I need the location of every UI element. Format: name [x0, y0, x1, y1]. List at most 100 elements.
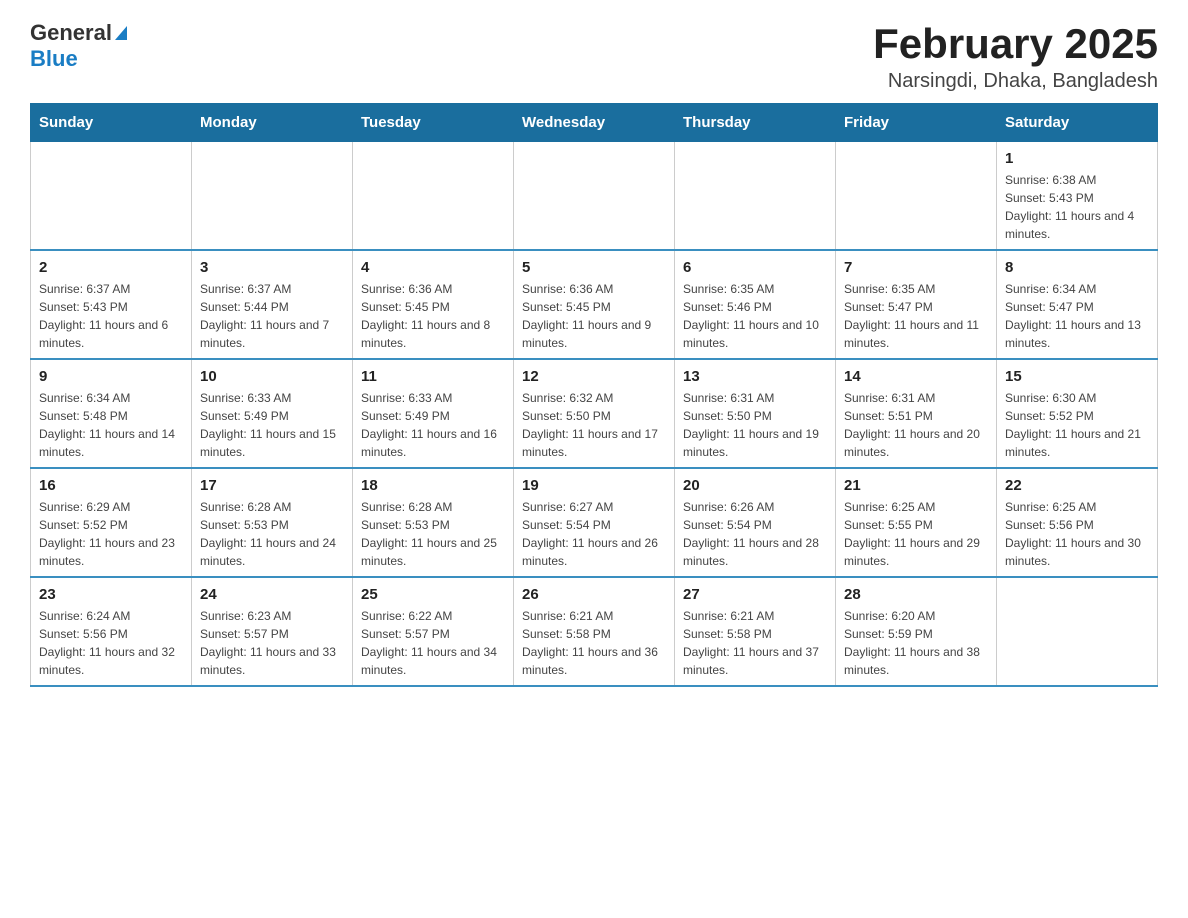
calendar-cell: 12 Sunrise: 6:32 AM Sunset: 5:50 PM Dayli…: [514, 359, 675, 468]
calendar-cell: 28 Sunrise: 6:20 AM Sunset: 5:59 PM Dayli…: [836, 577, 997, 686]
day-info: Sunrise: 6:34 AM Sunset: 5:48 PM Dayligh…: [39, 389, 183, 461]
day-info: Sunrise: 6:24 AM Sunset: 5:56 PM Dayligh…: [39, 607, 183, 679]
day-info: Sunrise: 6:26 AM Sunset: 5:54 PM Dayligh…: [683, 498, 827, 570]
day-info: Sunrise: 6:21 AM Sunset: 5:58 PM Dayligh…: [522, 607, 666, 679]
calendar-cell: 14Sunrise: 6:31 AM Sunset: 5:51 PM Dayli…: [836, 359, 997, 468]
day-number: 7: [844, 259, 988, 276]
day-number: 22: [1005, 477, 1149, 494]
day-number: 21: [844, 477, 988, 494]
calendar-cell: 18 Sunrise: 6:28 AM Sunset: 5:53 PM Dayli…: [353, 468, 514, 577]
day-info: Sunrise: 6:36 AM Sunset: 5:45 PM Dayligh…: [361, 280, 505, 352]
day-info: Sunrise: 6:27 AM Sunset: 5:54 PM Dayligh…: [522, 498, 666, 570]
calendar-cell: 5 Sunrise: 6:36 AM Sunset: 5:45 PM Daylig…: [514, 250, 675, 359]
day-info: Sunrise: 6:25 AM Sunset: 5:55 PM Dayligh…: [844, 498, 988, 570]
calendar-cell: [514, 142, 675, 251]
calendar-cell: 11 Sunrise: 6:33 AM Sunset: 5:49 PM Dayli…: [353, 359, 514, 468]
day-number: 27: [683, 586, 827, 603]
title-section: February 2025 Narsingdi, Dhaka, Banglade…: [873, 20, 1158, 93]
day-info: Sunrise: 6:33 AM Sunset: 5:49 PM Dayligh…: [361, 389, 505, 461]
calendar-cell: 1 Sunrise: 6:38 AM Sunset: 5:43 PM Daylig…: [997, 142, 1158, 251]
day-number: 2: [39, 259, 183, 276]
month-title: February 2025: [873, 20, 1158, 68]
day-number: 19: [522, 477, 666, 494]
day-header-friday: Friday: [836, 104, 997, 142]
day-info: Sunrise: 6:28 AM Sunset: 5:53 PM Dayligh…: [361, 498, 505, 570]
day-info: Sunrise: 6:31 AM Sunset: 5:50 PM Dayligh…: [683, 389, 827, 461]
day-info: Sunrise: 6:38 AM Sunset: 5:43 PM Dayligh…: [1005, 171, 1149, 243]
day-info: Sunrise: 6:34 AM Sunset: 5:47 PM Dayligh…: [1005, 280, 1149, 352]
day-header-monday: Monday: [192, 104, 353, 142]
location-title: Narsingdi, Dhaka, Bangladesh: [873, 70, 1158, 93]
day-number: 3: [200, 259, 344, 276]
day-number: 23: [39, 586, 183, 603]
calendar-week-5: 23 Sunrise: 6:24 AM Sunset: 5:56 PM Dayli…: [31, 577, 1158, 686]
day-header-thursday: Thursday: [675, 104, 836, 142]
day-number: 11: [361, 368, 505, 385]
day-info: Sunrise: 6:32 AM Sunset: 5:50 PM Dayligh…: [522, 389, 666, 461]
day-info: Sunrise: 6:31 AM Sunset: 5:51 PM Dayligh…: [844, 389, 988, 461]
day-number: 10: [200, 368, 344, 385]
calendar-cell: 17 Sunrise: 6:28 AM Sunset: 5:53 PM Dayli…: [192, 468, 353, 577]
calendar-cell: 13 Sunrise: 6:31 AM Sunset: 5:50 PM Dayli…: [675, 359, 836, 468]
day-number: 8: [1005, 259, 1149, 276]
day-info: Sunrise: 6:22 AM Sunset: 5:57 PM Dayligh…: [361, 607, 505, 679]
day-info: Sunrise: 6:37 AM Sunset: 5:43 PM Dayligh…: [39, 280, 183, 352]
calendar-cell: [836, 142, 997, 251]
day-number: 16: [39, 477, 183, 494]
day-info: Sunrise: 6:37 AM Sunset: 5:44 PM Dayligh…: [200, 280, 344, 352]
day-number: 25: [361, 586, 505, 603]
calendar-cell: 10 Sunrise: 6:33 AM Sunset: 5:49 PM Dayli…: [192, 359, 353, 468]
day-number: 9: [39, 368, 183, 385]
calendar-cell: 24 Sunrise: 6:23 AM Sunset: 5:57 PM Dayli…: [192, 577, 353, 686]
day-info: Sunrise: 6:29 AM Sunset: 5:52 PM Dayligh…: [39, 498, 183, 570]
day-number: 5: [522, 259, 666, 276]
calendar-cell: [353, 142, 514, 251]
day-header-tuesday: Tuesday: [353, 104, 514, 142]
logo: General Blue: [30, 20, 127, 72]
day-header-saturday: Saturday: [997, 104, 1158, 142]
page-header: General Blue February 2025 Narsingdi, Dh…: [30, 20, 1158, 93]
day-number: 12: [522, 368, 666, 385]
calendar-cell: 3 Sunrise: 6:37 AM Sunset: 5:44 PM Daylig…: [192, 250, 353, 359]
day-number: 20: [683, 477, 827, 494]
calendar-week-1: 1 Sunrise: 6:38 AM Sunset: 5:43 PM Daylig…: [31, 142, 1158, 251]
day-info: Sunrise: 6:33 AM Sunset: 5:49 PM Dayligh…: [200, 389, 344, 461]
calendar-cell: 27 Sunrise: 6:21 AM Sunset: 5:58 PM Dayli…: [675, 577, 836, 686]
calendar-cell: [31, 142, 192, 251]
calendar-header-row: SundayMondayTuesdayWednesdayThursdayFrid…: [31, 104, 1158, 142]
day-number: 18: [361, 477, 505, 494]
calendar-cell: [192, 142, 353, 251]
calendar-cell: 16 Sunrise: 6:29 AM Sunset: 5:52 PM Dayli…: [31, 468, 192, 577]
day-number: 4: [361, 259, 505, 276]
calendar-week-3: 9 Sunrise: 6:34 AM Sunset: 5:48 PM Daylig…: [31, 359, 1158, 468]
day-header-wednesday: Wednesday: [514, 104, 675, 142]
day-number: 6: [683, 259, 827, 276]
calendar-cell: 4 Sunrise: 6:36 AM Sunset: 5:45 PM Daylig…: [353, 250, 514, 359]
calendar-cell: 26Sunrise: 6:21 AM Sunset: 5:58 PM Dayli…: [514, 577, 675, 686]
calendar-cell: 2 Sunrise: 6:37 AM Sunset: 5:43 PM Daylig…: [31, 250, 192, 359]
day-number: 1: [1005, 150, 1149, 167]
day-number: 24: [200, 586, 344, 603]
calendar-cell: [997, 577, 1158, 686]
calendar-cell: 6Sunrise: 6:35 AM Sunset: 5:46 PM Daylig…: [675, 250, 836, 359]
calendar-cell: 20 Sunrise: 6:26 AM Sunset: 5:54 PM Dayli…: [675, 468, 836, 577]
day-header-sunday: Sunday: [31, 104, 192, 142]
day-info: Sunrise: 6:20 AM Sunset: 5:59 PM Dayligh…: [844, 607, 988, 679]
calendar-cell: 15Sunrise: 6:30 AM Sunset: 5:52 PM Dayli…: [997, 359, 1158, 468]
calendar-cell: 8 Sunrise: 6:34 AM Sunset: 5:47 PM Daylig…: [997, 250, 1158, 359]
calendar-cell: 23 Sunrise: 6:24 AM Sunset: 5:56 PM Dayli…: [31, 577, 192, 686]
calendar-cell: 9 Sunrise: 6:34 AM Sunset: 5:48 PM Daylig…: [31, 359, 192, 468]
day-info: Sunrise: 6:28 AM Sunset: 5:53 PM Dayligh…: [200, 498, 344, 570]
day-number: 28: [844, 586, 988, 603]
calendar-week-2: 2 Sunrise: 6:37 AM Sunset: 5:43 PM Daylig…: [31, 250, 1158, 359]
day-info: Sunrise: 6:23 AM Sunset: 5:57 PM Dayligh…: [200, 607, 344, 679]
logo-blue-text: Blue: [30, 46, 78, 71]
calendar-cell: 22Sunrise: 6:25 AM Sunset: 5:56 PM Dayli…: [997, 468, 1158, 577]
calendar-cell: 21 Sunrise: 6:25 AM Sunset: 5:55 PM Dayli…: [836, 468, 997, 577]
day-number: 13: [683, 368, 827, 385]
calendar-week-4: 16 Sunrise: 6:29 AM Sunset: 5:52 PM Dayli…: [31, 468, 1158, 577]
day-number: 17: [200, 477, 344, 494]
day-info: Sunrise: 6:21 AM Sunset: 5:58 PM Dayligh…: [683, 607, 827, 679]
day-info: Sunrise: 6:36 AM Sunset: 5:45 PM Dayligh…: [522, 280, 666, 352]
calendar-cell: 7Sunrise: 6:35 AM Sunset: 5:47 PM Daylig…: [836, 250, 997, 359]
